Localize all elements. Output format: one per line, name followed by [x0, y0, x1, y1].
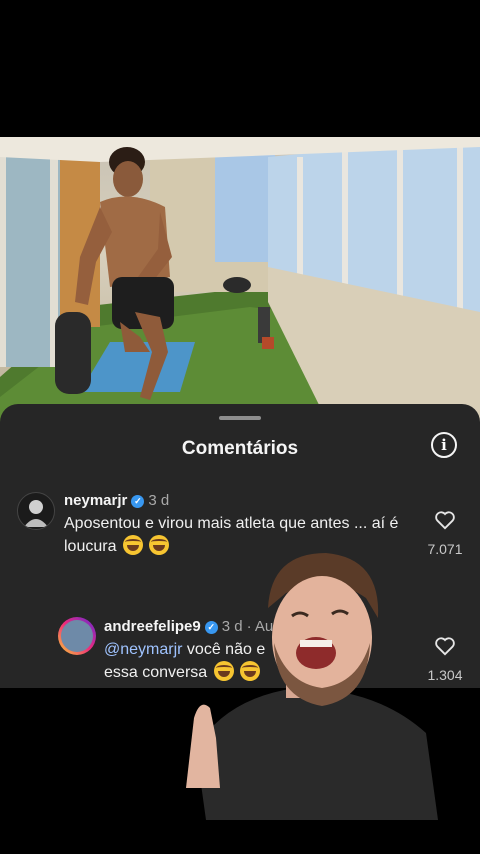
laughing-emoji-icon — [149, 535, 170, 555]
avatar[interactable] — [58, 617, 96, 655]
info-icon[interactable]: i — [431, 432, 457, 458]
mention-link[interactable]: @neymarjr — [104, 641, 182, 658]
comment-time: 3 d — [148, 492, 170, 509]
avatar[interactable] — [17, 492, 55, 530]
laughing-emoji-icon — [122, 535, 143, 555]
reaction-overlay — [186, 548, 438, 820]
comments-title: Comentários — [181, 438, 299, 459]
drag-handle[interactable] — [219, 416, 261, 420]
gym-balcony-image — [0, 137, 480, 427]
heart-icon — [435, 511, 455, 530]
video-player[interactable] — [0, 137, 480, 427]
verified-badge-icon: ✓ — [131, 495, 145, 508]
comment-username[interactable]: neymarjr ✓ 3 d — [64, 492, 169, 509]
screen: { "sheet": { "title": "Comentários", "in… — [0, 0, 480, 854]
